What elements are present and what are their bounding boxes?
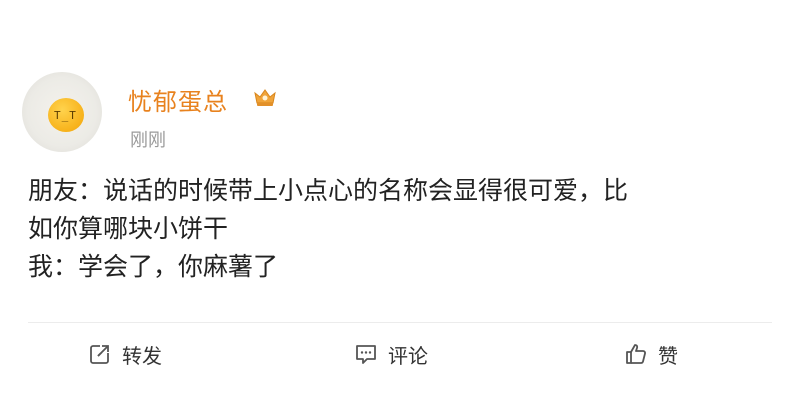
comment-icon xyxy=(356,345,376,364)
comment-label: 评论 xyxy=(388,343,428,368)
post-body: 朋友：说话的时候带上小点心的名称会显得很可爱，比 如你算哪块小饼干 我：学会了，… xyxy=(28,172,773,286)
like-label: 赞 xyxy=(658,343,678,368)
avatar[interactable]: T_T xyxy=(22,72,102,152)
username[interactable]: 忧郁蛋总 xyxy=(128,82,228,117)
face-icon: T_T xyxy=(54,109,77,122)
post-line: 我：学会了，你麻薯了 xyxy=(28,252,279,281)
post-line: 如你算哪块小饼干 xyxy=(28,214,229,243)
like-button[interactable]: 赞 xyxy=(624,338,678,370)
repost-button[interactable]: 转发 xyxy=(88,338,162,370)
divider xyxy=(28,322,772,323)
repost-label: 转发 xyxy=(122,343,162,368)
weibo-post: T_T 忧郁蛋总 刚刚 朋友：说话的时候带上小点心的名称会显得很可爱，比 如你算… xyxy=(0,0,800,402)
timestamp: 刚刚 xyxy=(130,130,166,151)
post-line: 朋友：说话的时候带上小点心的名称会显得很可爱，比 xyxy=(28,176,629,205)
action-bar: 转发 评论 赞 xyxy=(0,330,800,380)
thumbs-up-icon xyxy=(626,344,646,364)
share-icon xyxy=(90,344,111,364)
vip-crown-icon[interactable] xyxy=(252,86,278,108)
comment-button[interactable]: 评论 xyxy=(354,338,428,370)
